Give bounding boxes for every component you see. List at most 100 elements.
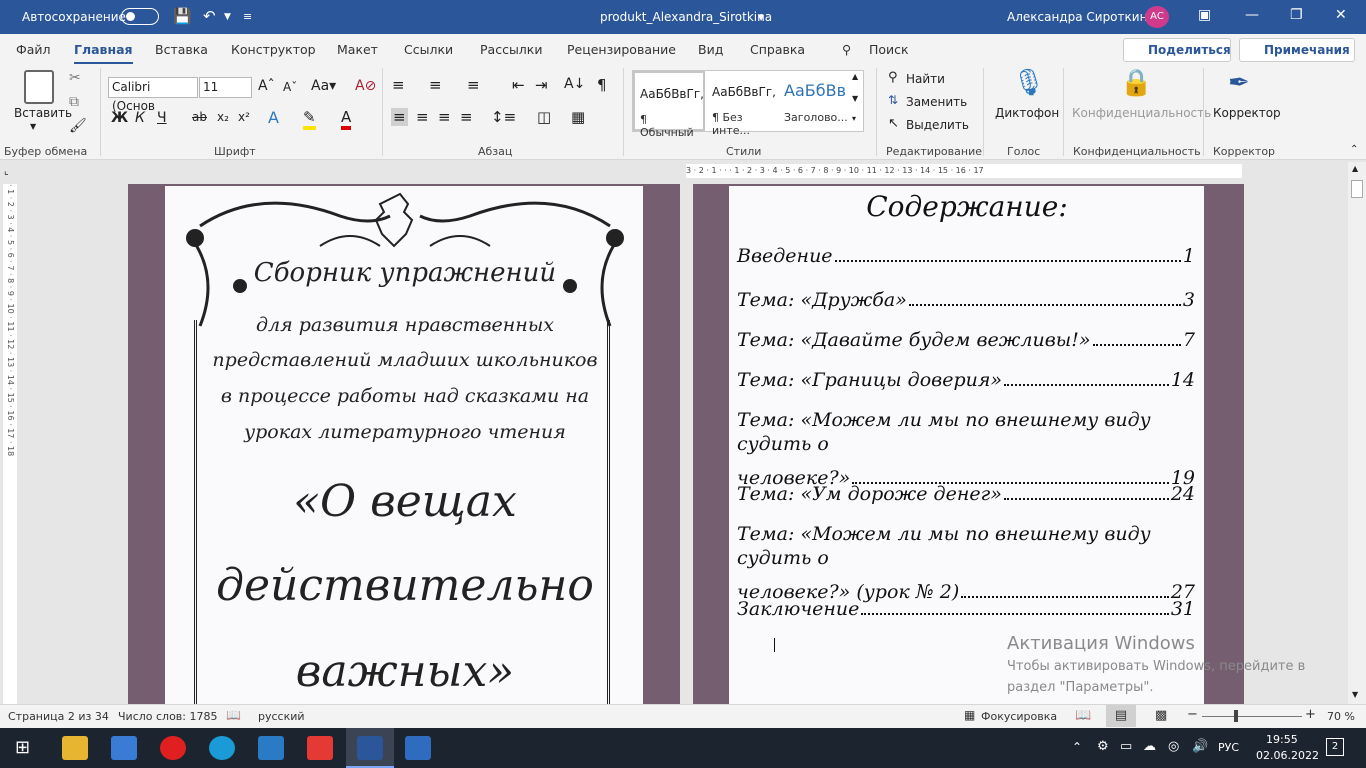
- borders-icon[interactable]: ▦: [571, 108, 585, 126]
- clear-format-icon[interactable]: A⊘: [355, 78, 376, 94]
- italic-icon[interactable]: К: [135, 110, 145, 126]
- comments-button[interactable]: Примечания: [1239, 38, 1355, 62]
- share-button[interactable]: Поделиться: [1123, 38, 1231, 62]
- superscript-icon[interactable]: x²: [238, 110, 250, 124]
- save-icon[interactable]: 💾: [173, 7, 192, 25]
- clock-time[interactable]: 19:55: [1266, 733, 1298, 746]
- text-effects-icon[interactable]: A: [268, 108, 279, 127]
- decrease-indent-icon[interactable]: ⇤: [512, 76, 525, 94]
- zoom-slider[interactable]: [1202, 716, 1302, 717]
- replace-icon[interactable]: ⇅: [888, 93, 898, 107]
- tab-review[interactable]: Рецензирование: [567, 42, 676, 57]
- clock-date[interactable]: 02.06.2022: [1256, 749, 1319, 762]
- tab-file[interactable]: Файл: [16, 42, 51, 57]
- highlight-icon[interactable]: ✎: [303, 108, 316, 130]
- change-case-icon[interactable]: Aa▾: [311, 78, 336, 94]
- sort-icon[interactable]: A↓: [564, 76, 585, 92]
- focus-icon[interactable]: ▦: [964, 708, 975, 722]
- tab-insert[interactable]: Вставка: [155, 42, 208, 57]
- style-heading[interactable]: АаБбВв Заголово...: [779, 71, 851, 131]
- tab-design[interactable]: Конструктор: [231, 42, 316, 57]
- user-name[interactable]: Александра Сироткина: [1007, 10, 1155, 24]
- volume-icon[interactable]: 🔊: [1192, 739, 1208, 754]
- yandex-browser-icon[interactable]: [160, 736, 186, 760]
- copy-icon[interactable]: ⧉: [69, 94, 79, 110]
- language-label[interactable]: русский: [258, 710, 305, 723]
- ribbon-display-icon[interactable]: ▣: [1198, 7, 1211, 23]
- page-counter[interactable]: Страница 2 из 34: [8, 710, 109, 723]
- justify-icon[interactable]: ≡: [460, 108, 473, 126]
- select-icon[interactable]: ↖: [888, 116, 899, 131]
- show-marks-icon[interactable]: ¶: [597, 76, 607, 94]
- toc-entry[interactable]: Заключение 31: [737, 597, 1195, 621]
- multilevel-list-icon[interactable]: ≡: [467, 76, 480, 94]
- word-count[interactable]: Число слов: 1785: [118, 710, 217, 723]
- print-layout-icon[interactable]: ▤: [1106, 705, 1136, 727]
- styles-more-icon[interactable]: ▾: [852, 114, 856, 123]
- tab-references[interactable]: Ссылки: [404, 42, 453, 57]
- mail-icon[interactable]: [258, 736, 284, 760]
- tab-mailings[interactable]: Рассылки: [480, 42, 542, 57]
- notifications-icon[interactable]: 2: [1326, 738, 1344, 756]
- find-icon[interactable]: ⚲: [888, 70, 898, 85]
- tab-selector-icon[interactable]: ⌞: [4, 166, 9, 177]
- line-spacing-icon[interactable]: ↕≡: [491, 108, 516, 126]
- tray-app-icon[interactable]: ⚙: [1097, 739, 1109, 754]
- avatar[interactable]: АС: [1145, 6, 1169, 28]
- vertical-ruler[interactable]: · 1 · 2 · 3 · 4 · 5 · 6 · 7 · 8 · 9 · 10…: [3, 184, 17, 704]
- toc-entry[interactable]: Введение 1: [737, 244, 1195, 268]
- bold-icon[interactable]: Ж: [111, 110, 128, 126]
- title-dropdown-icon[interactable]: ▼: [758, 13, 764, 22]
- toc-entry[interactable]: Тема: «Ум дороже денег» 24: [737, 482, 1195, 506]
- font-name-select[interactable]: Calibri (Основ: [108, 77, 198, 113]
- focus-label[interactable]: Фокусировка: [981, 710, 1057, 723]
- paste-dropdown-icon[interactable]: ▼: [30, 122, 36, 131]
- cloud-icon[interactable]: ☁: [1143, 739, 1156, 754]
- corrector-label[interactable]: Корректор: [1213, 106, 1281, 120]
- web-layout-icon[interactable]: ▩: [1155, 708, 1167, 723]
- restore-icon[interactable]: ❐: [1290, 7, 1303, 23]
- shrink-font-icon[interactable]: Aˇ: [283, 80, 297, 94]
- style-normal[interactable]: АаБбВвГг, ¶ Обычный: [633, 71, 705, 139]
- document-title[interactable]: produkt_Alexandra_Sirotkina: [600, 10, 772, 24]
- wifi-icon[interactable]: ◎: [1168, 739, 1179, 754]
- find-label[interactable]: Найти: [906, 72, 945, 86]
- format-painter-icon[interactable]: 🖌: [69, 118, 87, 134]
- photos-icon[interactable]: [405, 736, 431, 760]
- select-label[interactable]: Выделить: [906, 118, 969, 132]
- yandex-icon[interactable]: [307, 736, 333, 760]
- replace-label[interactable]: Заменить: [906, 95, 967, 109]
- increase-indent-icon[interactable]: ⇥: [535, 76, 548, 94]
- toc-entry[interactable]: Тема: «Можем ли мы по внешнему виду суди…: [737, 522, 1195, 604]
- numbering-icon[interactable]: ≡: [429, 76, 442, 94]
- tab-view[interactable]: Вид: [698, 42, 723, 57]
- grow-font-icon[interactable]: Aˆ: [258, 78, 275, 94]
- shading-icon[interactable]: ◫: [537, 108, 551, 126]
- align-left-icon[interactable]: ≡: [391, 108, 408, 126]
- file-explorer-icon[interactable]: [62, 736, 88, 760]
- scroll-up-icon[interactable]: ▲: [1352, 164, 1358, 173]
- search-label[interactable]: Поиск: [869, 42, 909, 57]
- toc-entry[interactable]: Тема: «Дружба» 3: [737, 288, 1195, 312]
- styles-scroll-up-icon[interactable]: ▲: [852, 72, 858, 81]
- zoom-slider-thumb[interactable]: [1234, 710, 1238, 722]
- store-icon[interactable]: [111, 736, 137, 760]
- scroll-down-icon[interactable]: ▼: [1352, 690, 1358, 699]
- scroll-thumb[interactable]: [1351, 180, 1363, 198]
- collapse-ribbon-icon[interactable]: ⌃: [1350, 144, 1358, 155]
- font-color-icon[interactable]: A: [341, 108, 352, 130]
- toc-entry[interactable]: Тема: «Давайте будем вежливы!» 7: [737, 328, 1195, 352]
- vertical-scrollbar[interactable]: ▲ ▼: [1348, 162, 1366, 704]
- bullets-icon[interactable]: ≡: [392, 76, 405, 94]
- tab-help[interactable]: Справка: [750, 42, 805, 57]
- battery-icon[interactable]: ▭: [1120, 739, 1132, 754]
- word-taskbar-button[interactable]: [346, 728, 394, 768]
- zoom-in-icon[interactable]: +: [1305, 707, 1316, 722]
- undo-icon[interactable]: ↶: [203, 7, 216, 25]
- toc-entry[interactable]: Тема: «Можем ли мы по внешнему виду суди…: [737, 408, 1195, 490]
- close-icon[interactable]: ✕: [1335, 7, 1347, 23]
- microphone-icon[interactable]: 🎙: [1012, 68, 1045, 98]
- search-icon[interactable]: ⚲: [842, 42, 851, 57]
- autosave-toggle[interactable]: [121, 8, 159, 25]
- underline-icon[interactable]: Ч: [157, 110, 167, 126]
